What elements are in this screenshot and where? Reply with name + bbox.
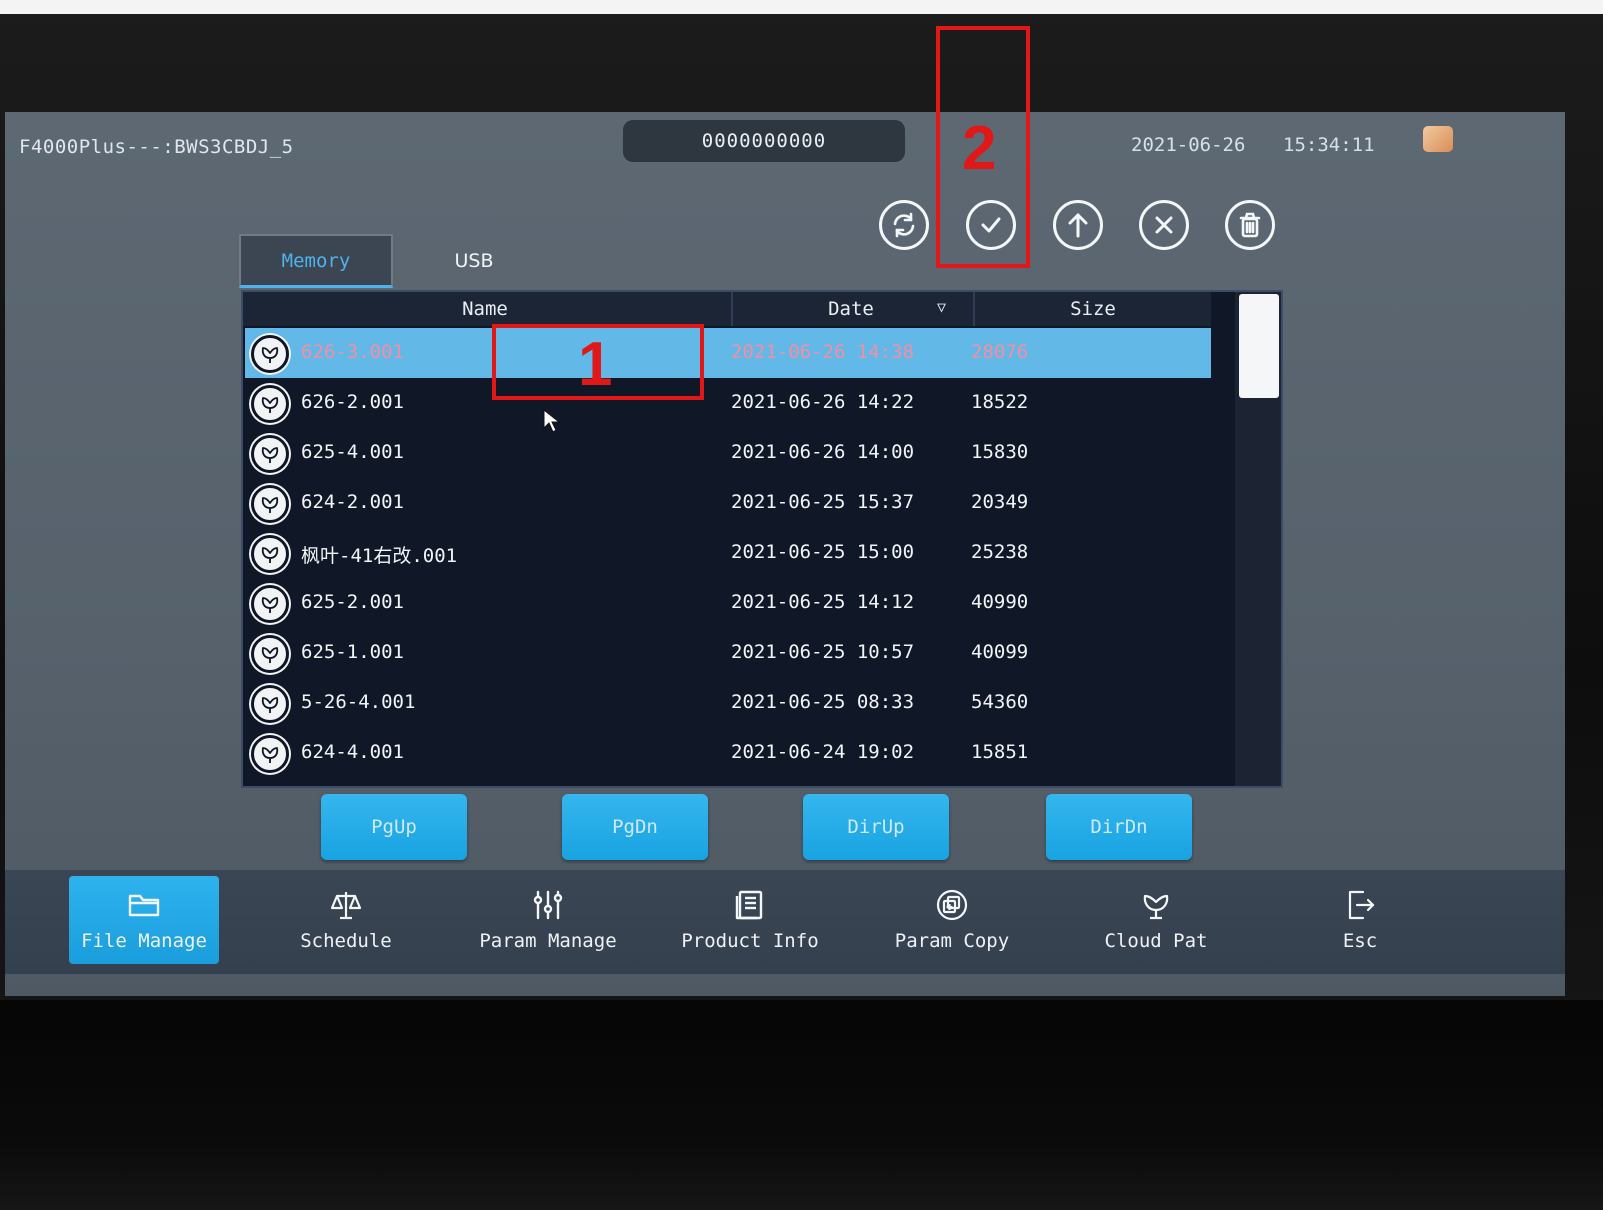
file-flower-icon <box>251 385 289 423</box>
copy-circle-icon <box>936 889 968 921</box>
file-table: Name Date Size ▽ 626-3.001 2021-06-26 14:… <box>241 290 1283 788</box>
pgdn-button[interactable]: PgDn <box>562 794 708 860</box>
file-date: 2021-06-25 15:00 <box>731 541 915 563</box>
counter-display: 0000000000 <box>623 120 905 162</box>
trash-icon <box>1239 212 1261 238</box>
table-row[interactable]: 626-3.001 2021-06-26 14:38 28076 <box>245 328 1211 378</box>
file-name: 624-4.001 <box>301 741 404 763</box>
hmi-screen: F4000Plus---:BWS3CBDJ_5 0000000000 2021-… <box>5 112 1565 996</box>
cancel-button[interactable] <box>1139 200 1189 250</box>
file-name: 625-4.001 <box>301 441 404 463</box>
file-date: 2021-06-25 15:37 <box>731 491 915 513</box>
flower-icon <box>1143 894 1169 920</box>
file-name: 624-2.001 <box>301 491 404 513</box>
table-row[interactable]: 625-4.001 2021-06-26 14:00 15830 <box>245 428 1211 478</box>
mouse-cursor-icon <box>543 408 561 433</box>
file-date: 2021-06-26 14:38 <box>731 341 915 363</box>
nav-param-copy[interactable]: Param Copy <box>877 876 1027 964</box>
user-status-icon[interactable] <box>1423 126 1453 152</box>
time-display: 15:34:11 <box>1283 134 1375 156</box>
table-row[interactable]: 625-1.001 2021-06-25 10:57 40099 <box>245 628 1211 678</box>
column-header-date[interactable]: Date <box>731 292 969 326</box>
annotation-label-1: 1 <box>578 330 613 399</box>
nav-file-manage-label: File Manage <box>81 930 207 952</box>
table-row[interactable]: 624-2.001 2021-06-25 15:37 20349 <box>245 478 1211 528</box>
file-name: 626-2.001 <box>301 391 404 413</box>
file-name: 626-3.001 <box>301 341 404 363</box>
file-date: 2021-06-25 10:57 <box>731 641 915 663</box>
file-size: 25238 <box>971 541 1029 563</box>
file-flower-icon <box>251 485 289 523</box>
delete-button[interactable] <box>1225 200 1275 250</box>
device-bottom-frame <box>0 1000 1603 1210</box>
file-date: 2021-06-26 14:22 <box>731 391 915 413</box>
nav-esc-label: Esc <box>1342 930 1378 952</box>
table-row[interactable]: 枫叶-41右改.001 2021-06-25 15:00 25238 <box>245 528 1211 578</box>
nav-param-manage-label: Param Manage <box>479 930 617 952</box>
file-size: 15851 <box>971 741 1029 763</box>
file-flower-icon <box>251 735 289 773</box>
document-icon <box>735 890 763 920</box>
device-title: F4000Plus---:BWS3CBDJ_5 <box>19 136 294 158</box>
file-size: 28076 <box>971 341 1029 363</box>
annotation-label-2: 2 <box>962 114 997 183</box>
file-name: 625-1.001 <box>301 641 404 663</box>
refresh-icon <box>893 212 915 238</box>
table-header: Name Date Size ▽ <box>243 292 1211 326</box>
dirup-button[interactable]: DirUp <box>803 794 949 860</box>
nav-product-info[interactable]: Product Info <box>675 876 825 964</box>
file-flower-icon <box>251 435 289 473</box>
file-date: 2021-06-25 14:12 <box>731 591 915 613</box>
file-flower-icon <box>251 535 289 573</box>
sort-descending-icon[interactable]: ▽ <box>937 298 946 316</box>
file-size: 15830 <box>971 441 1029 463</box>
nav-file-manage[interactable]: File Manage <box>69 876 219 964</box>
date-display: 2021-06-26 <box>1131 134 1246 156</box>
tab-usb[interactable]: USB <box>419 234 529 288</box>
sliders-icon <box>533 890 563 920</box>
bottom-navigation: File Manage Schedule Param Manage Produc… <box>5 870 1565 974</box>
column-header-size[interactable]: Size <box>973 292 1211 326</box>
table-row[interactable]: 626-2.001 2021-06-26 14:22 18522 <box>245 378 1211 428</box>
file-name: 枫叶-41右改.001 <box>301 545 458 567</box>
x-circle-icon <box>1155 216 1173 234</box>
nav-schedule[interactable]: Schedule <box>271 876 421 964</box>
file-size: 54360 <box>971 691 1029 713</box>
scale-icon <box>330 892 362 920</box>
nav-product-info-label: Product Info <box>681 930 819 952</box>
file-size: 40099 <box>971 641 1029 663</box>
pgup-button[interactable]: PgUp <box>321 794 467 860</box>
nav-param-copy-label: Param Copy <box>894 930 1010 952</box>
refresh-button[interactable] <box>879 200 929 250</box>
file-flower-icon <box>251 685 289 723</box>
nav-param-manage[interactable]: Param Manage <box>473 876 623 964</box>
file-flower-icon <box>251 335 289 373</box>
file-date: 2021-06-25 08:33 <box>731 691 915 713</box>
table-row[interactable]: 624-4.001 2021-06-24 19:02 15851 <box>245 728 1211 778</box>
file-size: 18522 <box>971 391 1029 413</box>
file-date: 2021-06-26 14:00 <box>731 441 915 463</box>
nav-schedule-label: Schedule <box>300 930 392 952</box>
nav-cloud-pat-label: Cloud Pat <box>1104 930 1208 952</box>
file-flower-icon <box>251 635 289 673</box>
file-name: 5-26-4.001 <box>301 691 416 713</box>
nav-cloud-pat[interactable]: Cloud Pat <box>1081 876 1231 964</box>
table-row[interactable]: 625-2.001 2021-06-25 14:12 40990 <box>245 578 1211 628</box>
tab-memory[interactable]: Memory <box>239 234 393 288</box>
scrollbar-thumb[interactable] <box>1239 294 1279 398</box>
nav-esc[interactable]: Esc <box>1285 876 1435 964</box>
photo-top-edge <box>0 0 1603 14</box>
arrow-up-circle-icon <box>1068 213 1088 238</box>
file-name: 625-2.001 <box>301 591 404 613</box>
column-header-name[interactable]: Name <box>243 292 727 326</box>
file-size: 40990 <box>971 591 1029 613</box>
file-date: 2021-06-24 19:02 <box>731 741 915 763</box>
file-flower-icon <box>251 585 289 623</box>
upload-button[interactable] <box>1053 200 1103 250</box>
dirdn-button[interactable]: DirDn <box>1046 794 1192 860</box>
file-size: 20349 <box>971 491 1029 513</box>
table-row[interactable]: 5-26-4.001 2021-06-25 08:33 54360 <box>245 678 1211 728</box>
folder-icon <box>128 894 160 917</box>
exit-icon <box>1348 890 1375 920</box>
